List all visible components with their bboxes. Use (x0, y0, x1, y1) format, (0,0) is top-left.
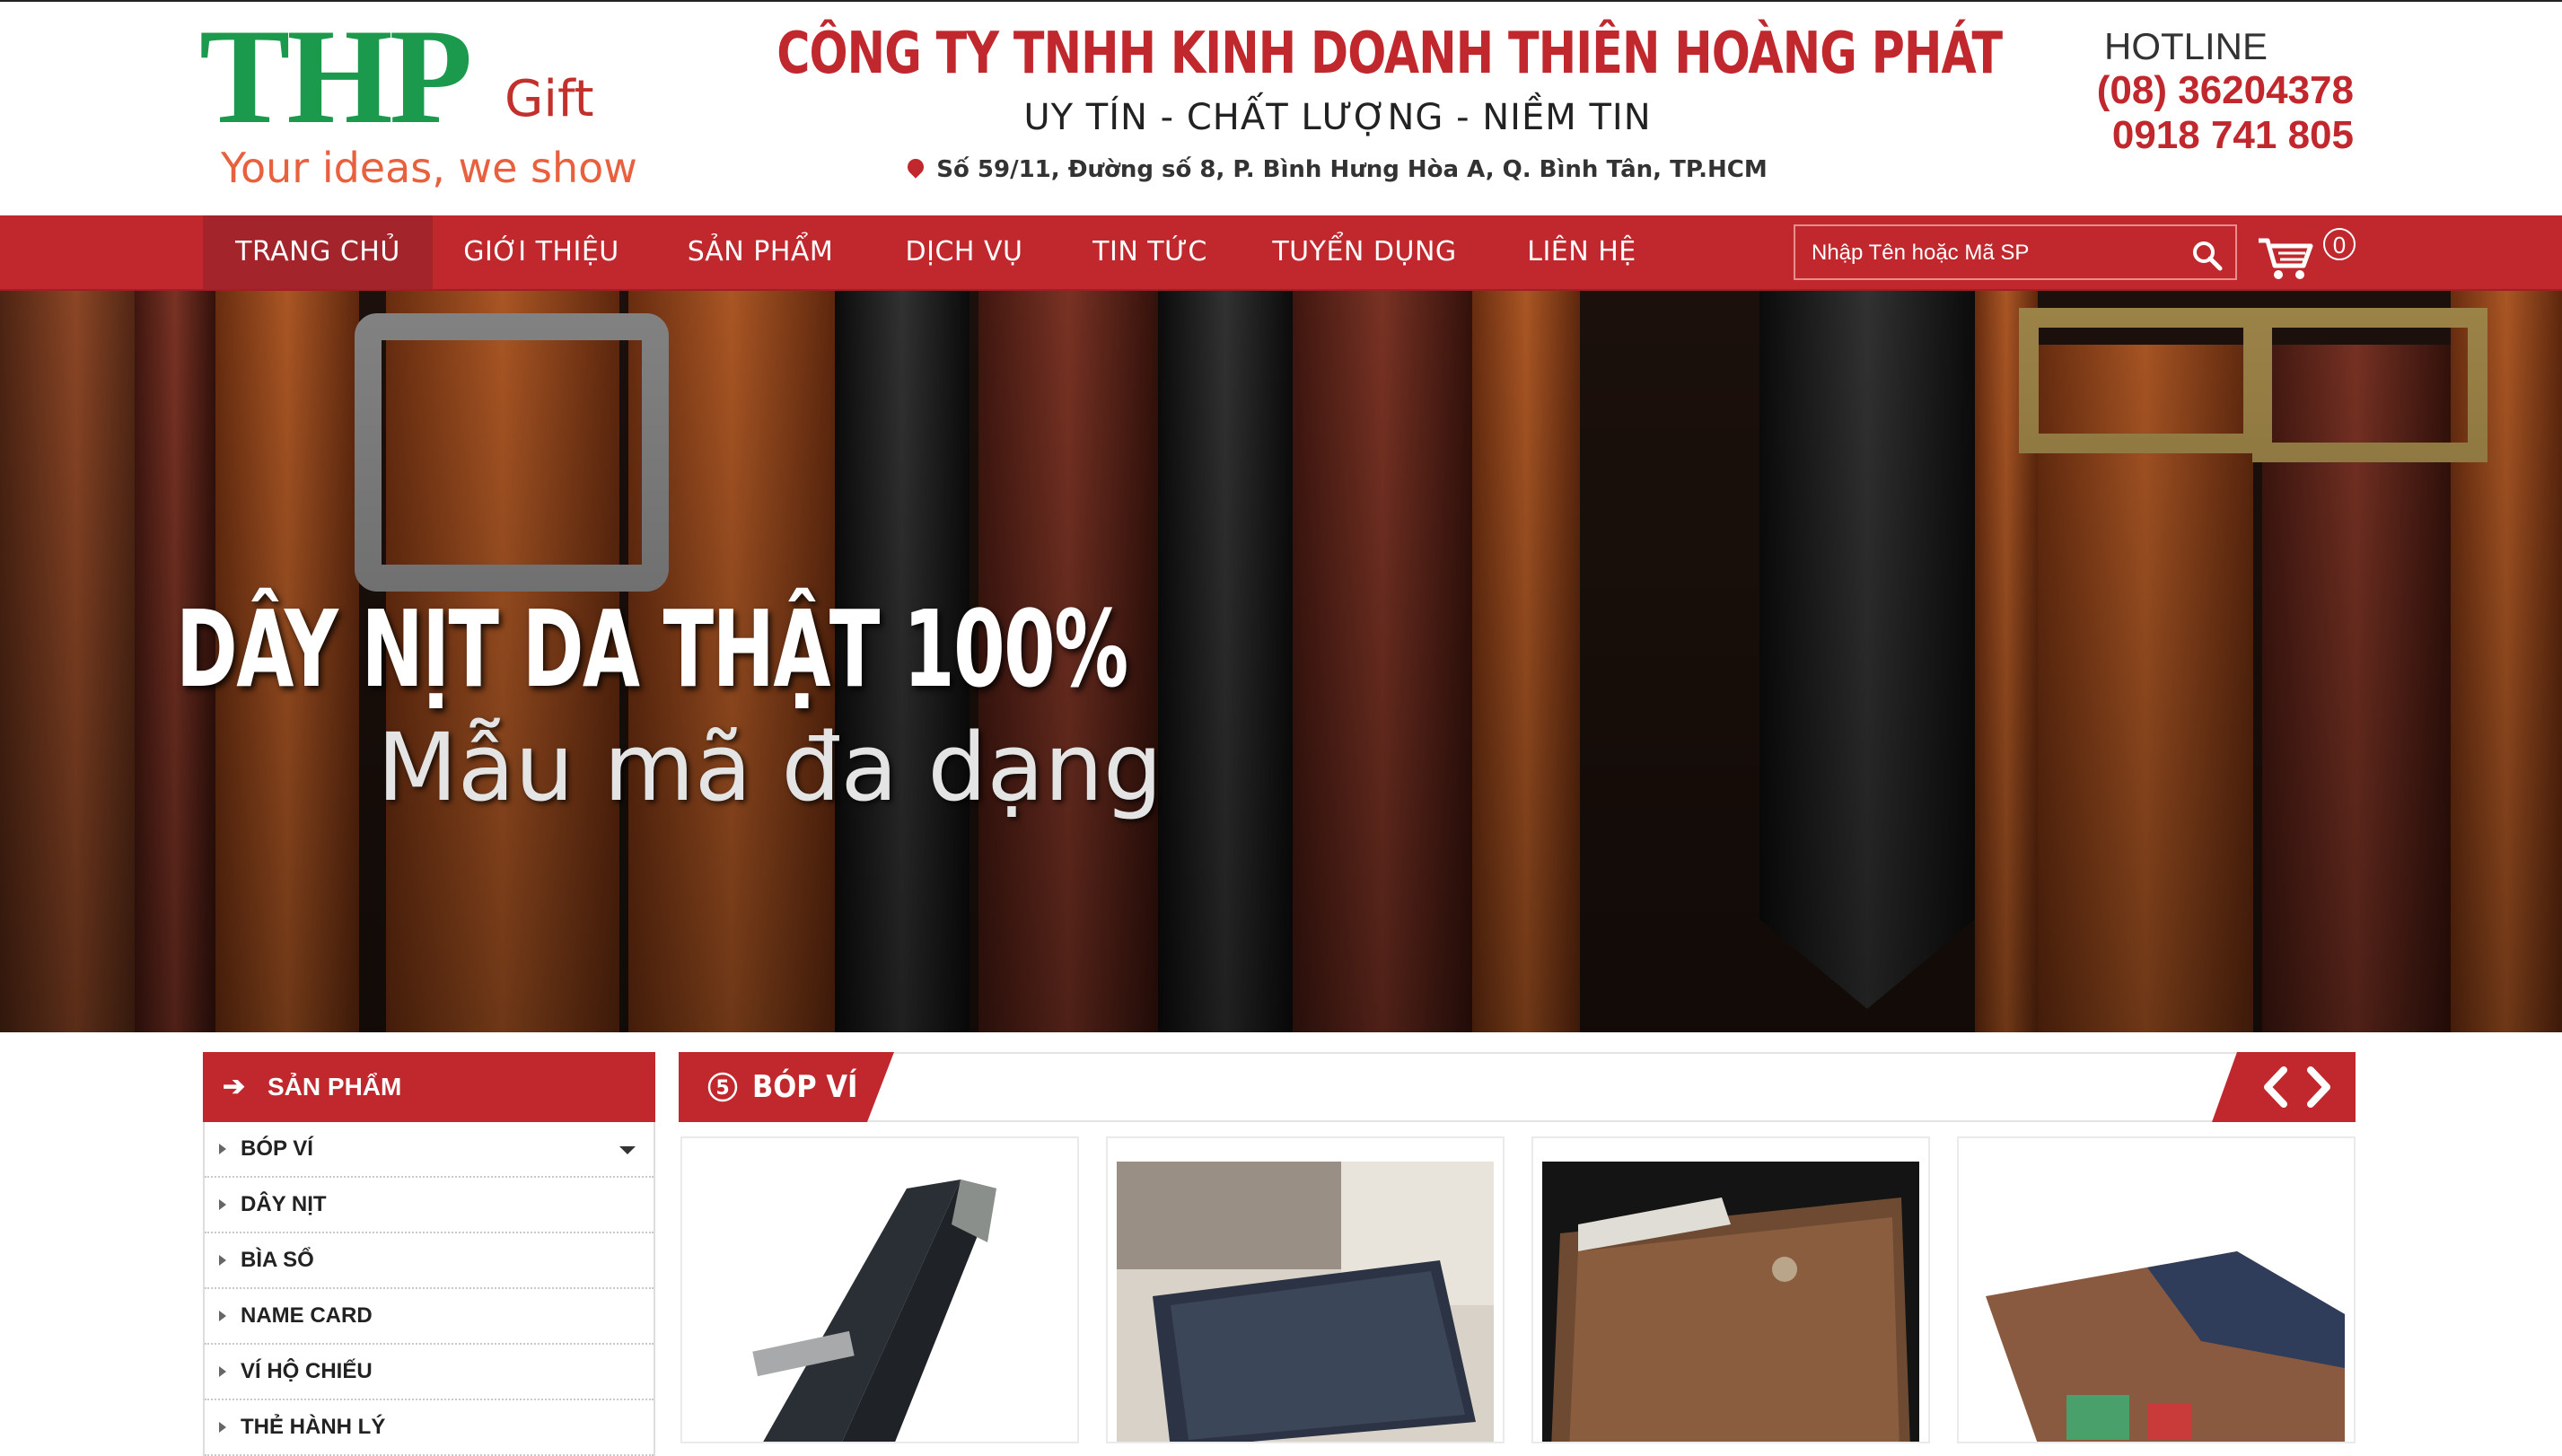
caret-right-icon (219, 1255, 226, 1266)
section-title: BÓP VÍ (752, 1069, 858, 1105)
nav-item-san-pham[interactable]: SẢN PHẨM (664, 215, 856, 289)
sidebar-item-label: DÂY NỊT (241, 1192, 327, 1216)
product-sidebar: ➔ SẢN PHẨM BÓP VÍ DÂY NỊT BÌA SỔ NAME CA… (203, 1052, 655, 1456)
banner-subtitle: Mẫu mã đa dạng (377, 713, 1163, 822)
hotline-phone-1[interactable]: (08) 36204378 (2084, 68, 2354, 113)
number-5-icon: 5 (707, 1072, 738, 1102)
site-header: THP Gift Your ideas, we show CÔNG TY TNH… (0, 0, 2562, 215)
nav-item-dich-vu[interactable]: DỊCH VỤ (889, 215, 1040, 289)
company-address: Số 59/11, Đường số 8, P. Bình Hưng Hòa A… (700, 154, 1975, 183)
sidebar-item-label: VÍ HỘ CHIẾU (241, 1359, 373, 1383)
sidebar-item-bia-so[interactable]: BÌA SỔ (205, 1233, 654, 1289)
company-motto: UY TÍN - CHẤT LƯỢNG - NIỀM TIN (1023, 97, 1652, 138)
product-card[interactable] (680, 1136, 1079, 1443)
products-section-header: 5 BÓP VÍ (679, 1052, 2356, 1122)
cart-button[interactable]: 0 (2257, 228, 2365, 282)
sidebar-category-list: BÓP VÍ DÂY NỊT BÌA SỔ NAME CARD VÍ HỘ CH… (203, 1122, 655, 1456)
nav-item-trang-chu[interactable]: TRANG CHỦ (203, 215, 433, 289)
nav-item-tuyen-dung[interactable]: TUYỂN DỤNG (1266, 215, 1463, 289)
company-info: CÔNG TY TNHH KINH DOANH THIÊN HOÀNG PHÁT… (700, 16, 2003, 183)
site-logo[interactable]: THP Gift Your ideas, we show (199, 1, 637, 197)
nav-item-tin-tuc[interactable]: TIN TỨC (1074, 215, 1226, 289)
sidebar-item-label: NAME CARD (241, 1303, 373, 1328)
sidebar-item-label: BÌA SỔ (241, 1248, 314, 1272)
sidebar-item-bop-vi[interactable]: BÓP VÍ (205, 1122, 654, 1178)
caret-down-icon[interactable] (619, 1146, 636, 1154)
sidebar-item-name-card[interactable]: NAME CARD (205, 1289, 654, 1345)
carousel-arrows (2212, 1052, 2356, 1122)
cart-count-badge: 0 (2323, 228, 2356, 260)
caret-right-icon (219, 1144, 226, 1154)
logo-tagline: Your ideas, we show (221, 144, 637, 192)
hotline-label: HOTLINE (2104, 25, 2268, 67)
sidebar-heading: ➔ SẢN PHẨM (203, 1052, 655, 1122)
address-text: Số 59/11, Đường số 8, P. Bình Hưng Hòa A… (936, 156, 1768, 183)
sidebar-heading-text: SẢN PHẨM (268, 1073, 402, 1101)
sidebar-item-vi-ho-chieu[interactable]: VÍ HỘ CHIẾU (205, 1345, 654, 1400)
main-nav: TRANG CHỦ GIỚI THIỆU SẢN PHẨM DỊCH VỤ TI… (0, 215, 2562, 291)
caret-right-icon (219, 1366, 226, 1377)
products-section: 5 BÓP VÍ (679, 1052, 2356, 1443)
banner-title: DÂY NỊT DA THẬT 100% (176, 587, 1128, 711)
sidebar-item-label: THẺ HÀNH LÝ (241, 1415, 386, 1439)
product-image-brown-wallet (1542, 1162, 1919, 1442)
nav-item-gioi-thieu[interactable]: GIỚI THIỆU (445, 215, 637, 289)
chevron-right-icon[interactable] (2302, 1065, 2338, 1110)
arrow-right-icon: ➔ (223, 1072, 246, 1101)
svg-text:5: 5 (715, 1077, 729, 1100)
product-card[interactable] (1957, 1136, 2356, 1443)
hero-banner[interactable]: DÂY NỊT DA THẬT 100% Mẫu mã đa dạng (0, 291, 2562, 1032)
map-pin-icon (904, 154, 927, 179)
product-image-brown-denim-wallet (1968, 1162, 2345, 1442)
shopping-cart-icon (2259, 238, 2313, 279)
search-input[interactable] (1795, 226, 2190, 280)
nav-item-lien-he[interactable]: LIÊN HỆ (1515, 215, 1648, 289)
caret-right-icon (219, 1422, 226, 1433)
search-icon[interactable] (2190, 239, 2223, 271)
hotline-phone-2[interactable]: 0918 741 805 (2084, 113, 2354, 158)
product-image-black-wallet (691, 1162, 1068, 1442)
company-name: CÔNG TY TNHH KINH DOANH THIÊN HOÀNG PHÁT (776, 21, 2003, 87)
sidebar-item-the-hanh-ly[interactable]: THẺ HÀNH LÝ (205, 1400, 654, 1456)
sidebar-item-day-nit[interactable]: DÂY NỊT (205, 1178, 654, 1233)
product-image-denim-wallet (1117, 1162, 1494, 1442)
chevron-left-icon[interactable] (2257, 1065, 2293, 1110)
caret-right-icon (219, 1311, 226, 1321)
logo-suffix-text: Gift (505, 70, 594, 128)
logo-main-text: THP (199, 1, 472, 152)
hotline-block: HOTLINE (08) 36204378 0918 741 805 (2084, 25, 2354, 158)
product-card[interactable] (1531, 1136, 1930, 1443)
sidebar-item-label: BÓP VÍ (241, 1136, 313, 1161)
product-card[interactable] (1106, 1136, 1505, 1443)
search-box (1794, 224, 2237, 280)
caret-right-icon (219, 1199, 226, 1210)
